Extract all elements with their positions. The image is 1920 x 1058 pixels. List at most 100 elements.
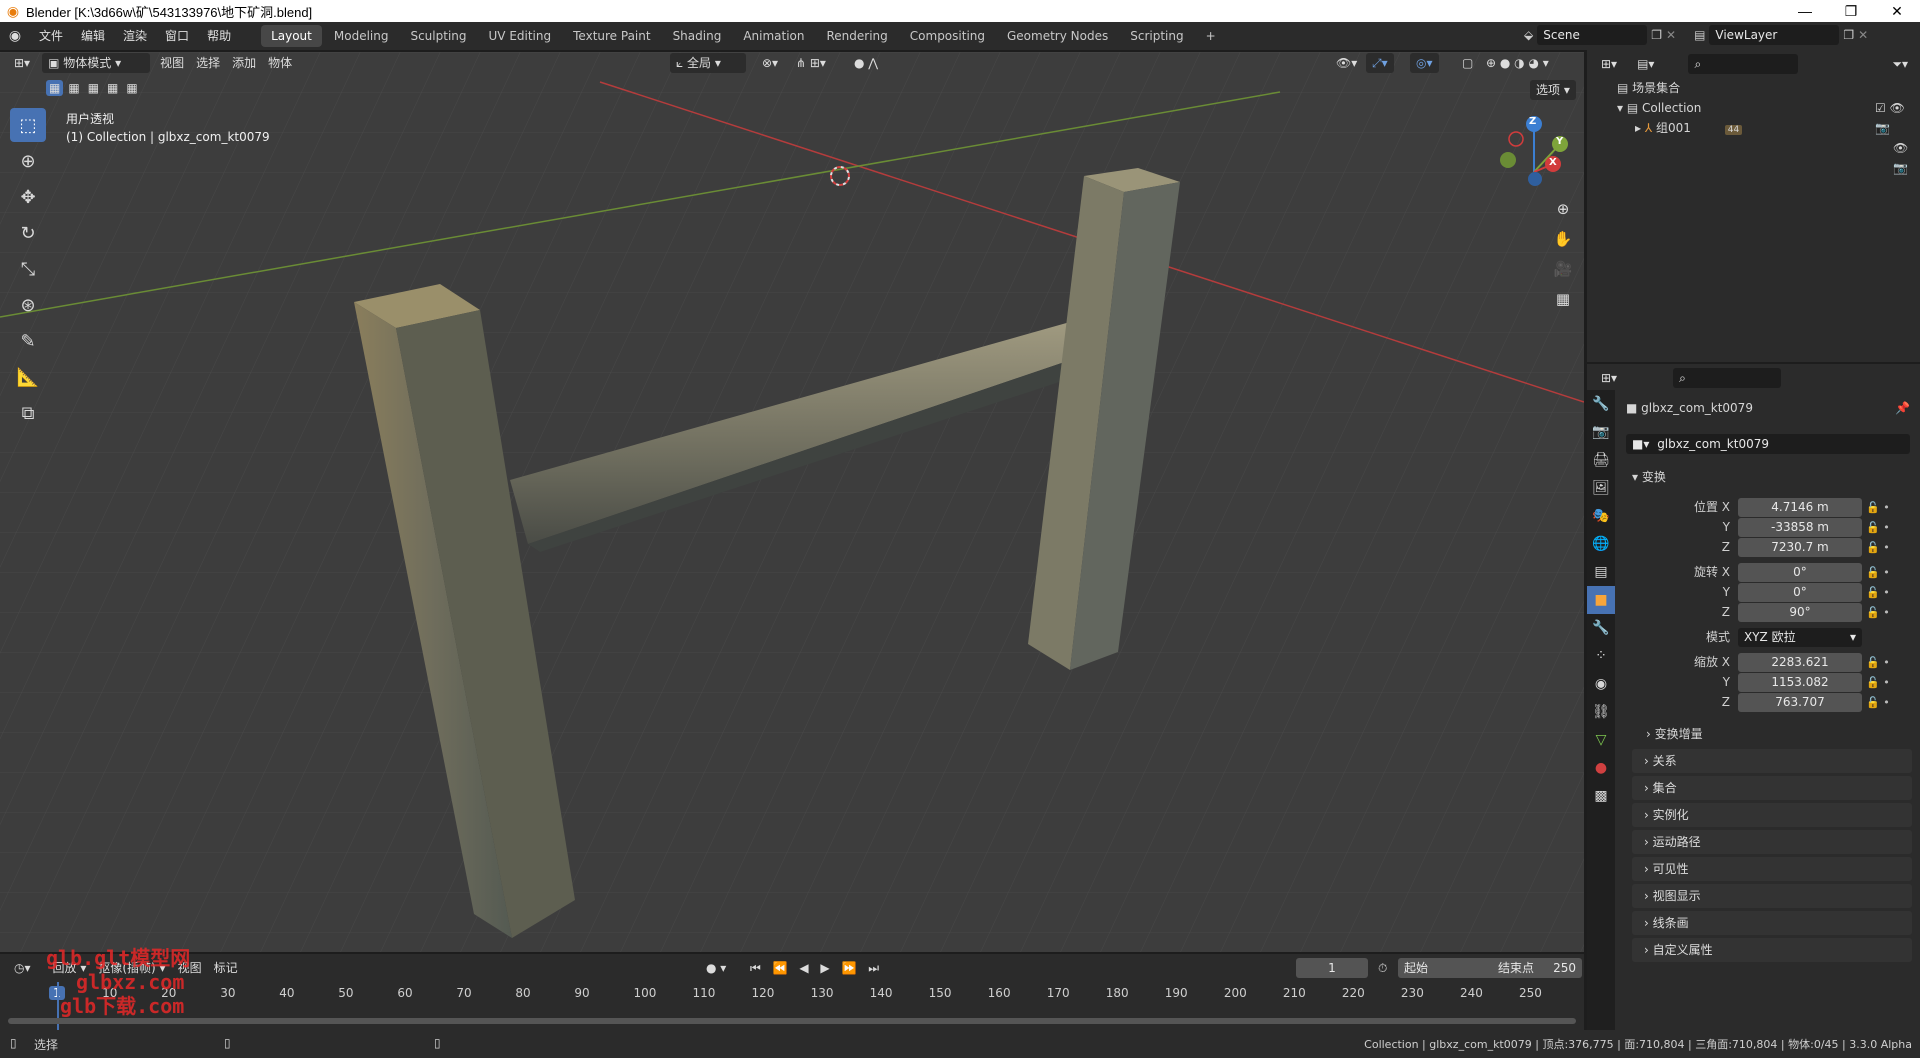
add-workspace-icon[interactable]: +	[1196, 25, 1226, 47]
pan-hand-icon[interactable]: ✋	[1551, 224, 1575, 254]
delete-view-layer-icon[interactable]: ✕	[1858, 28, 1868, 42]
transform-orientation-select[interactable]: ⟀ 全局 ▾	[670, 53, 746, 73]
menu-render[interactable]: 渲染	[114, 22, 156, 50]
rotation-z-field[interactable]: 90°	[1738, 603, 1862, 622]
scene-icon[interactable]: ⬙	[1524, 28, 1533, 42]
object-data-field[interactable]: ■▾ glbxz_com_kt0079	[1626, 434, 1910, 454]
tab-geometry-nodes[interactable]: Geometry Nodes	[997, 25, 1118, 47]
timeline-editor-icon[interactable]: ◷▾	[8, 958, 37, 978]
tab-rendering[interactable]: Rendering	[817, 25, 898, 47]
tool-tab-icon[interactable]: 🔧	[1587, 390, 1615, 418]
filter-icon[interactable]: ⏷▾	[1886, 54, 1914, 74]
panel-collections[interactable]: › 集合	[1632, 776, 1912, 800]
data-tab-icon[interactable]: ▽	[1587, 726, 1615, 754]
end-frame-field[interactable]: 结束点 250	[1492, 958, 1582, 978]
minimize-icon[interactable]: —	[1782, 0, 1828, 22]
outliner-editor-icon[interactable]: ⊞▾	[1595, 54, 1623, 74]
scale-tool-icon[interactable]: ⤡	[10, 252, 46, 286]
new-scene-icon[interactable]: ❐	[1651, 28, 1662, 42]
menu-select[interactable]: 选择	[190, 53, 226, 73]
panel-relations[interactable]: › 关系	[1632, 749, 1912, 773]
collection-tab-icon[interactable]: ▤	[1587, 558, 1615, 586]
visibility-icon[interactable]: 👁▾	[1330, 53, 1363, 73]
ortho-grid-icon[interactable]: ▦	[1551, 284, 1575, 314]
select-extend-icon[interactable]: ▦	[65, 80, 82, 96]
scale-z-field[interactable]: 763.707	[1738, 693, 1862, 712]
texture-tab-icon[interactable]: ▩	[1587, 782, 1615, 810]
rotate-tool-icon[interactable]: ↻	[10, 216, 46, 250]
panel-viewport-display[interactable]: › 视图显示	[1632, 884, 1912, 908]
view-layer-tab-icon[interactable]: 🖼	[1587, 474, 1615, 502]
transform-panel-header[interactable]: ▾ 变换	[1632, 467, 1910, 487]
select-invert-icon[interactable]: ▦	[104, 80, 121, 96]
collection-row[interactable]: ▾ ▤ Collection ☑ 👁 📷	[1617, 98, 1917, 135]
menu-object[interactable]: 物体	[262, 53, 298, 73]
move-tool-icon[interactable]: ✥	[10, 180, 46, 214]
add-cube-tool-icon[interactable]: ⧉	[10, 396, 46, 430]
material-tab-icon[interactable]: ●	[1587, 754, 1615, 782]
location-x-field[interactable]: 4.7146 m	[1738, 498, 1862, 517]
lock-icon[interactable]: 🔓 •	[1866, 518, 1896, 538]
shading-modes-icon[interactable]: ⊕ ● ◑ ◕ ▾	[1480, 53, 1555, 73]
tab-compositing[interactable]: Compositing	[900, 25, 995, 47]
particles-tab-icon[interactable]: ⁘	[1587, 642, 1615, 670]
zoom-icon[interactable]: ⊕	[1551, 194, 1575, 224]
tab-uv-editing[interactable]: UV Editing	[479, 25, 562, 47]
outliner-search-input[interactable]: ⌕	[1688, 54, 1799, 74]
location-z-field[interactable]: 7230.7 m	[1738, 538, 1862, 557]
rotation-mode-select[interactable]: XYZ 欧拉 ▾	[1738, 628, 1862, 647]
panel-line-art[interactable]: › 线条画	[1632, 911, 1912, 935]
scale-y-field[interactable]: 1153.082	[1738, 673, 1862, 692]
record-icon[interactable]: ● ▾	[700, 958, 732, 978]
transform-tool-icon[interactable]: ⊛	[10, 288, 46, 322]
rotation-y-field[interactable]: 0°	[1738, 583, 1862, 602]
properties-search-input[interactable]: ⌕	[1673, 368, 1782, 388]
delete-scene-icon[interactable]: ✕	[1666, 28, 1676, 42]
scene-tab-icon[interactable]: 🎭	[1587, 502, 1615, 530]
options-button[interactable]: 选项 ▾	[1530, 80, 1576, 100]
lock-icon[interactable]: 🔓 •	[1866, 583, 1896, 603]
view-layer-icon[interactable]: ▤	[1694, 28, 1705, 42]
location-y-field[interactable]: -33858 m	[1738, 518, 1862, 537]
group-visibility-icon[interactable]: 👁 📷	[1893, 118, 1917, 178]
delta-transform-header[interactable]: › 变换增量	[1646, 724, 1703, 744]
xray-icon[interactable]: ▢	[1456, 53, 1479, 73]
group-row[interactable]: ▸ ⅄ 组001 44 👁 📷	[1635, 118, 1917, 175]
panel-visibility[interactable]: › 可见性	[1632, 857, 1912, 881]
menu-file[interactable]: 文件	[30, 22, 72, 50]
tab-scripting[interactable]: Scripting	[1120, 25, 1193, 47]
pivot-icon[interactable]: ⊗▾	[756, 53, 784, 73]
camera-view-icon[interactable]: 🎥	[1551, 254, 1575, 284]
annotate-tool-icon[interactable]: ✎	[10, 324, 46, 358]
world-tab-icon[interactable]: 🌐	[1587, 530, 1615, 558]
mode-select[interactable]: ▣ 物体模式 ▾	[42, 53, 151, 73]
scale-x-field[interactable]: 2283.621	[1738, 653, 1862, 672]
new-view-layer-icon[interactable]: ❐	[1843, 28, 1854, 42]
close-icon[interactable]: ✕	[1874, 0, 1920, 22]
3d-viewport[interactable]	[0, 52, 1584, 952]
menu-marker[interactable]: 标记	[208, 958, 244, 978]
panel-custom-properties[interactable]: › 自定义属性	[1632, 938, 1912, 962]
display-mode-icon[interactable]: ▤▾	[1631, 54, 1660, 74]
modifier-tab-icon[interactable]: 🔧	[1587, 614, 1615, 642]
lock-icon[interactable]: 🔓 •	[1866, 693, 1896, 713]
lock-icon[interactable]: 🔓 •	[1866, 653, 1896, 673]
physics-tab-icon[interactable]: ◉	[1587, 670, 1615, 698]
output-tab-icon[interactable]: 🖨	[1587, 446, 1615, 474]
select-intersect-icon[interactable]: ▦	[123, 80, 140, 96]
cursor-tool-icon[interactable]: ⊕	[10, 144, 46, 178]
tab-shading[interactable]: Shading	[663, 25, 732, 47]
timeline-ruler[interactable]: 1102030405060708090100110120130140150160…	[0, 982, 1584, 1004]
view-layer-field[interactable]: ViewLayer	[1709, 25, 1840, 45]
clock-icon[interactable]: ⏱	[1378, 961, 1387, 976]
tab-animation[interactable]: Animation	[733, 25, 814, 47]
lock-icon[interactable]: 🔓 •	[1866, 603, 1896, 623]
pin-icon[interactable]: 📌	[1895, 398, 1910, 418]
menu-add[interactable]: 添加	[226, 53, 262, 73]
scene-field[interactable]: Scene	[1537, 25, 1648, 45]
playback-controls[interactable]: ⏮ ⏪ ◀ ▶ ⏩ ⏭	[744, 958, 889, 978]
panel-instancing[interactable]: › 实例化	[1632, 803, 1912, 827]
tab-modeling[interactable]: Modeling	[324, 25, 399, 47]
select-box-tool-icon[interactable]: ⬚	[10, 108, 46, 142]
tab-sculpting[interactable]: Sculpting	[400, 25, 476, 47]
